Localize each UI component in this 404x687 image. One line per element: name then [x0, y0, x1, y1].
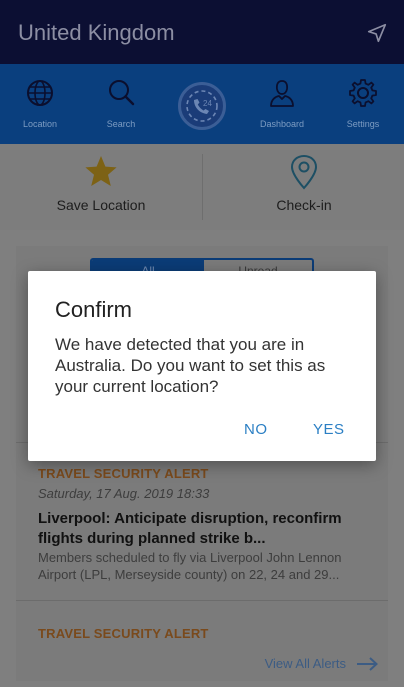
- emergency-call-button[interactable]: 24: [178, 82, 226, 130]
- alert-summary: Members scheduled to fly via Liverpool J…: [38, 550, 342, 582]
- quick-actions: Save Location Check-in: [0, 144, 404, 230]
- view-all-alerts-link[interactable]: View All Alerts: [265, 656, 378, 671]
- no-button[interactable]: NO: [244, 421, 268, 438]
- alert-category: TRAVEL SECURITY ALERT: [38, 466, 209, 481]
- person-icon: [270, 80, 294, 107]
- alert-headline: Liverpool: Anticipate disruption, reconf…: [38, 510, 342, 547]
- tab-location-label: Location: [22, 119, 58, 129]
- save-location-label: Save Location: [56, 197, 146, 213]
- tab-dashboard[interactable]: Dashboard: [246, 64, 318, 144]
- tab-search[interactable]: Search: [85, 64, 157, 144]
- map-pin-icon: [290, 154, 318, 190]
- svg-text:24: 24: [203, 99, 212, 108]
- phone-24-icon: 24: [186, 90, 218, 122]
- tab-search-label: Search: [106, 119, 136, 129]
- star-icon: [85, 156, 117, 186]
- confirm-dialog: Confirm We have detected that you are in…: [28, 271, 376, 461]
- tab-location[interactable]: Location: [4, 64, 76, 144]
- alert-category: TRAVEL SECURITY ALERT: [38, 626, 209, 640]
- dialog-message: We have detected that you are in Austral…: [55, 335, 326, 396]
- check-in-label: Check-in: [276, 197, 332, 213]
- tab-dashboard-label: Dashboard: [259, 119, 305, 129]
- tab-settings-label: Settings: [346, 119, 380, 129]
- alert-item[interactable]: TRAVEL SECURITY ALERT: [16, 600, 388, 640]
- app-header: United Kingdom: [0, 0, 404, 64]
- globe-icon: [27, 80, 53, 106]
- navigation-arrow-icon[interactable]: [366, 22, 388, 44]
- alert-date: Saturday, 17 Aug. 2019 18:33: [38, 486, 210, 501]
- arrow-right-icon: [357, 656, 378, 671]
- save-location-button[interactable]: Save Location: [0, 144, 202, 230]
- search-icon: [109, 80, 135, 106]
- gear-icon: [349, 79, 377, 107]
- tab-settings[interactable]: Settings: [327, 64, 399, 144]
- alert-item[interactable]: TRAVEL SECURITY ALERT Saturday, 17 Aug. …: [16, 442, 388, 600]
- page-title: United Kingdom: [18, 20, 175, 45]
- view-all-alerts-label: View All Alerts: [264, 656, 346, 671]
- yes-button[interactable]: YES: [313, 421, 345, 438]
- check-in-button[interactable]: Check-in: [203, 144, 404, 230]
- dialog-title: Confirm: [55, 297, 133, 322]
